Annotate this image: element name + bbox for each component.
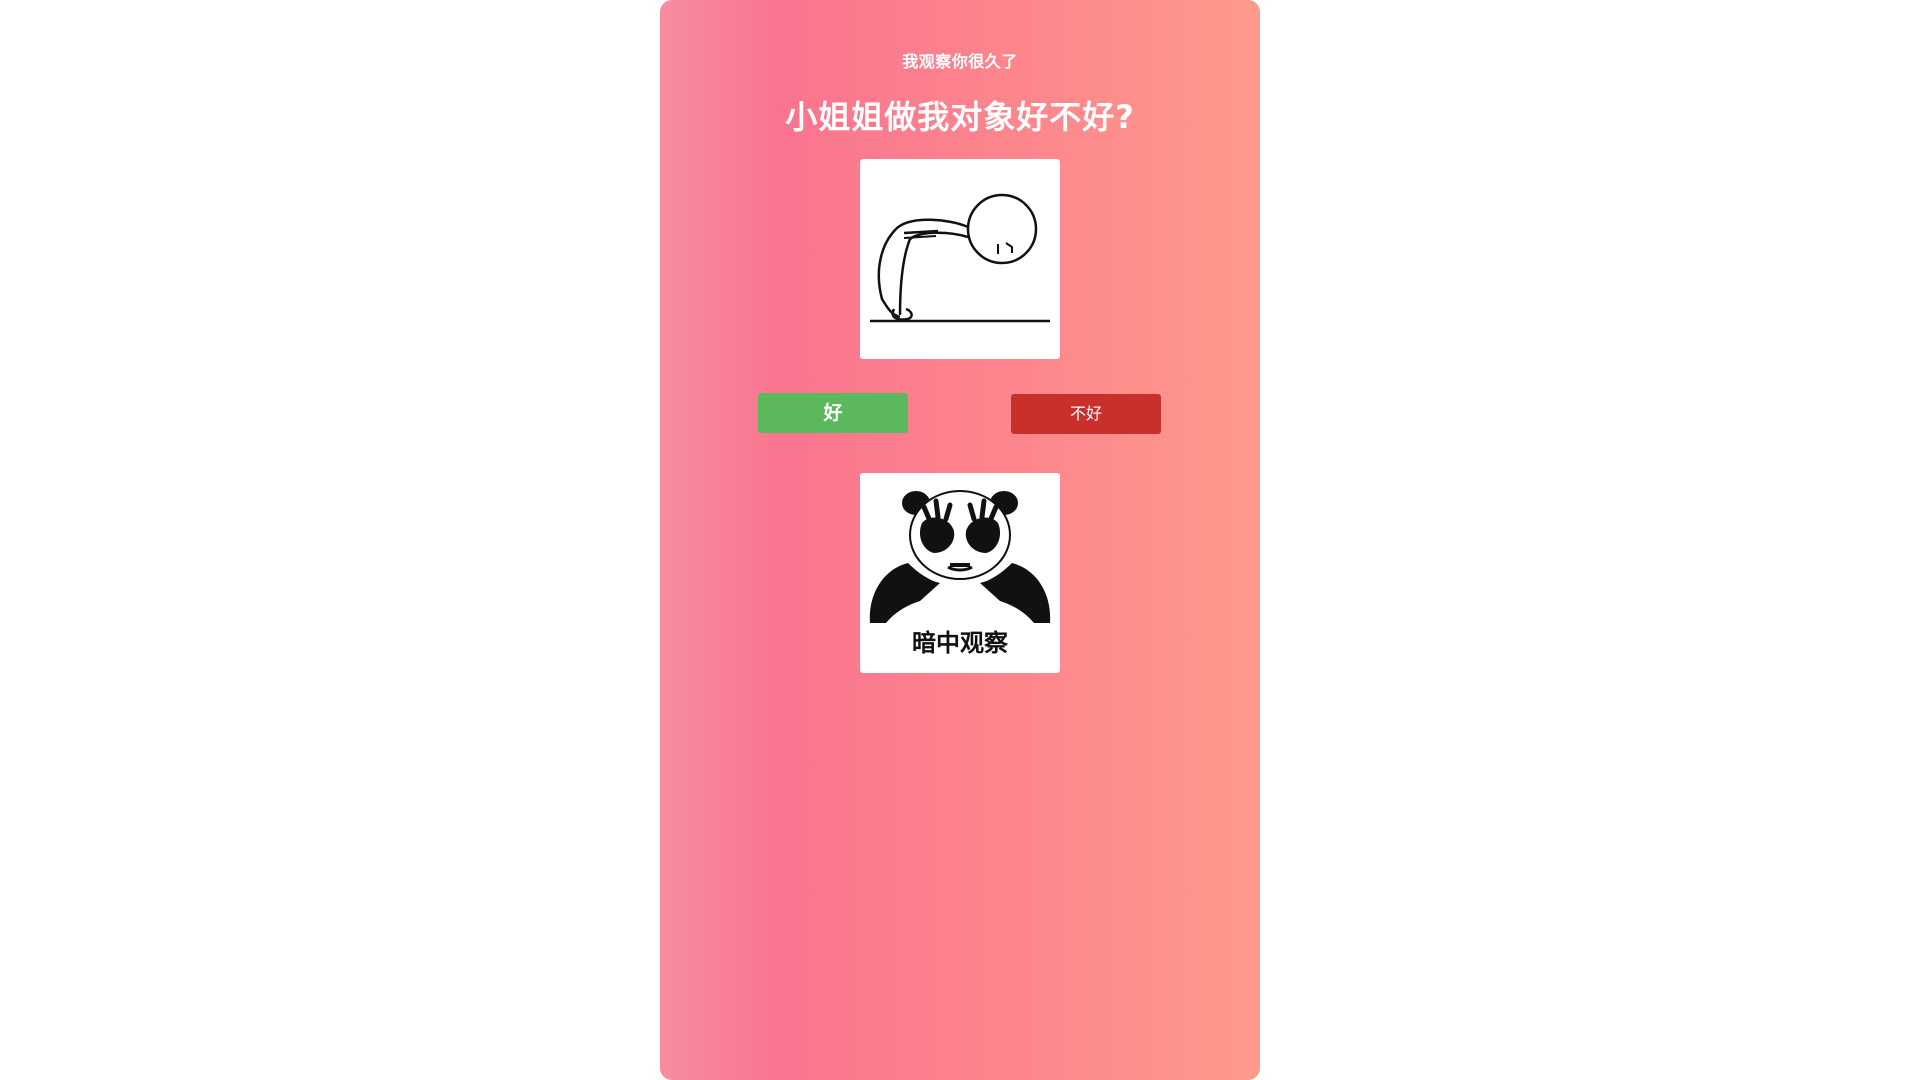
page-title: 小姐姐做我对象好不好?	[785, 98, 1135, 136]
bowing-stickman-meme-image	[860, 159, 1060, 359]
yes-button[interactable]: 好	[758, 393, 908, 433]
page-subtitle: 我观察你很久了	[902, 52, 1018, 71]
bowing-stickman-icon	[870, 193, 1050, 323]
confession-card: 我观察你很久了 小姐姐做我对象好不好? 好 不好 暗中观察	[660, 0, 1260, 1080]
meme-caption: 暗中观察	[912, 629, 1008, 657]
no-button[interactable]: 不好	[1011, 394, 1161, 434]
panda-peeking-meme-image: 暗中观察	[860, 473, 1060, 673]
